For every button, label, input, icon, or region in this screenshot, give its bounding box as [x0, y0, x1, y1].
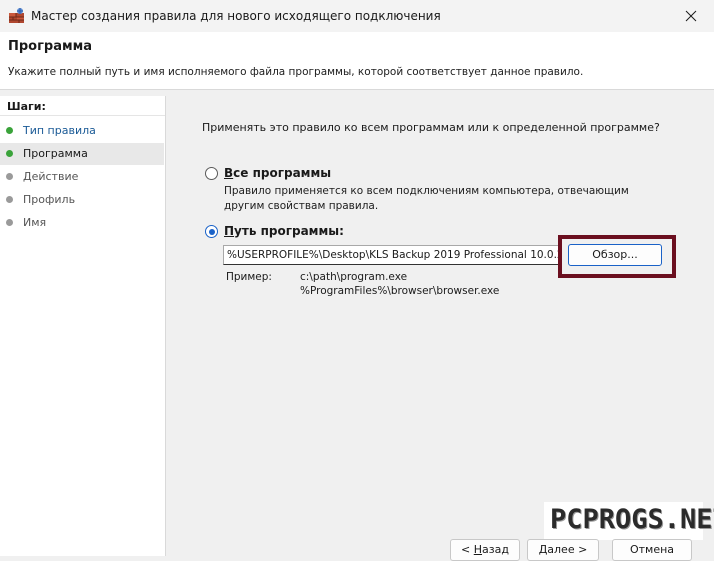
watermark-text: PCPROGS.NET	[550, 504, 714, 535]
cancel-button[interactable]: Отмена	[612, 539, 692, 561]
browse-button[interactable]: Обзор...	[568, 244, 662, 266]
close-icon	[685, 10, 697, 22]
watermark-logo: PCPROGS.NET	[544, 502, 714, 540]
step-label: Тип правила	[23, 124, 96, 137]
step-rule-type[interactable]: Тип правила	[0, 120, 164, 142]
window-title: Мастер создания правила для нового исход…	[31, 9, 441, 23]
step-label: Имя	[23, 216, 47, 229]
step-label: Профиль	[23, 193, 76, 206]
step-label: Действие	[23, 170, 79, 183]
step-pending-icon	[6, 219, 13, 226]
steps-heading: Шаги:	[7, 100, 46, 113]
program-path-label[interactable]: Путь программы:	[224, 224, 344, 238]
close-button[interactable]	[668, 0, 714, 32]
all-programs-radio[interactable]	[205, 167, 218, 180]
step-name: Имя	[0, 212, 164, 234]
page-description: Укажите полный путь и имя исполняемого ф…	[8, 66, 584, 78]
example-path-2: %ProgramFiles%\browser\browser.exe	[300, 285, 500, 297]
step-current-icon	[6, 150, 13, 157]
program-path-radio[interactable]	[205, 225, 218, 238]
next-button[interactable]: Далее >	[527, 539, 599, 561]
step-pending-icon	[6, 196, 13, 203]
step-program[interactable]: Программа	[0, 143, 164, 165]
firewall-wizard-icon	[8, 7, 25, 24]
step-pending-icon	[6, 173, 13, 180]
title-bar: Мастер создания правила для нового исход…	[0, 0, 714, 33]
scope-question: Применять это правило ко всем программам…	[202, 121, 660, 134]
step-done-icon	[6, 127, 13, 134]
steps-divider	[0, 115, 165, 116]
steps-sidebar: Шаги: Тип правила Программа Действие Про…	[0, 96, 166, 556]
example-label: Пример:	[226, 271, 272, 283]
all-programs-label[interactable]: Все программы	[224, 166, 331, 180]
program-path-input[interactable]: %USERPROFILE%\Desktop\KLS Backup 2019 Pr…	[223, 245, 562, 265]
all-programs-description: Правило применяется ко всем подключениям…	[224, 185, 629, 212]
step-profile: Профиль	[0, 189, 164, 211]
wizard-header: Программа Укажите полный путь и имя испо…	[0, 32, 714, 90]
page-title: Программа	[8, 39, 93, 54]
example-path-1: c:\path\program.exe	[300, 271, 408, 283]
back-button[interactable]: < Назад	[450, 539, 520, 561]
step-label: Программа	[23, 147, 88, 160]
step-action: Действие	[0, 166, 164, 188]
